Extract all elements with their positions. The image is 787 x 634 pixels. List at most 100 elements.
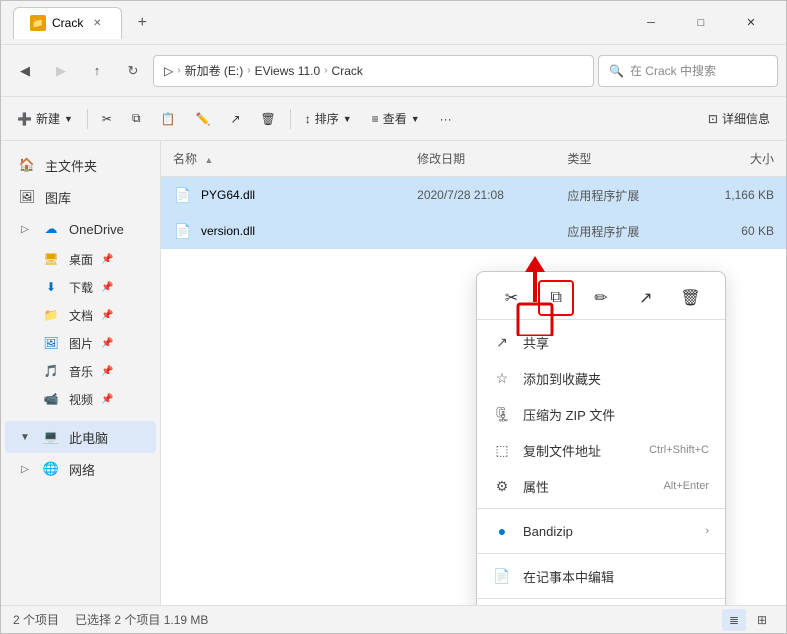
cut-icon: ✂ xyxy=(102,112,112,126)
forward-button[interactable]: ▶ xyxy=(45,55,77,87)
sidebar-videos-label: 视频 xyxy=(69,391,93,408)
maximize-button[interactable]: □ xyxy=(678,7,724,39)
ctx-share-label: 共享 xyxy=(523,333,709,352)
table-row[interactable]: 📄 PYG64.dll 2020/7/28 21:08 应用程序扩展 1,166… xyxy=(161,177,786,213)
sidebar-item-home[interactable]: 🏠 主文件夹 xyxy=(5,149,156,181)
tab-folder-icon: 📁 xyxy=(30,15,46,31)
breadcrumb-expand[interactable]: ▷ xyxy=(164,64,173,78)
window-controls: ─ □ ✕ xyxy=(628,7,774,39)
new-dropdown-icon: ▼ xyxy=(64,114,73,124)
column-header: 名称 ▲ 修改日期 类型 大小 xyxy=(161,141,786,177)
home-icon: 🏠 xyxy=(17,155,37,175)
sidebar-item-pictures[interactable]: 🖼 图片 📌 xyxy=(5,329,156,357)
sidebar-music-label: 音乐 xyxy=(69,363,93,380)
view-button[interactable]: ≡ 查看 ▼ xyxy=(364,103,428,135)
music-icon: 🎵 xyxy=(41,361,61,381)
view-icon: ≡ xyxy=(372,112,379,126)
ctx-properties-item[interactable]: ⚙ 属性 Alt+Enter xyxy=(477,468,725,504)
sidebar-item-videos[interactable]: 📹 视频 📌 xyxy=(5,385,156,413)
ctx-notepad-item[interactable]: 📄 在记事本中编辑 xyxy=(477,558,725,594)
breadcrumb[interactable]: ▷ › 新加卷 (E:) › EViews 11.0 › Crack xyxy=(153,55,594,87)
onedrive-expand[interactable]: ▷ xyxy=(17,221,33,237)
ctx-properties-shortcut: Alt+Enter xyxy=(663,480,709,492)
dll-file-icon: 📄 xyxy=(173,221,193,241)
sort-icon: ↕ xyxy=(305,112,311,126)
details-button[interactable]: ⊡ 详细信息 xyxy=(700,103,778,135)
breadcrumb-sep0: › xyxy=(177,65,180,76)
ctx-bandizip-icon: ● xyxy=(493,522,511,540)
sidebar-item-thispc[interactable]: ▼ 💻 此电脑 xyxy=(5,421,156,453)
ctx-notepad-icon: 📄 xyxy=(493,567,511,585)
col-header-date[interactable]: 修改日期 xyxy=(417,150,567,167)
search-box[interactable]: 🔍 在 Crack 中搜索 xyxy=(598,55,778,87)
close-button[interactable]: ✕ xyxy=(728,7,774,39)
copy-button[interactable]: ⧉ xyxy=(124,103,149,135)
ctx-copy-button[interactable]: ⧉ xyxy=(538,280,574,316)
ctx-favorites-item[interactable]: ☆ 添加到收藏夹 xyxy=(477,360,725,396)
ctx-share-item[interactable]: ↗ 共享 xyxy=(477,324,725,360)
ctx-cut-button[interactable]: ✂ xyxy=(493,280,529,316)
ctx-rename-button[interactable]: ✏ xyxy=(583,280,619,316)
rename-icon: ✏️ xyxy=(195,112,210,126)
new-button[interactable]: ➕ 新建 ▼ xyxy=(9,103,81,135)
delete-button[interactable]: 🗑 xyxy=(253,103,284,135)
col-header-type[interactable]: 类型 xyxy=(567,150,680,167)
ctx-compress-item[interactable]: 🗜 压缩为 ZIP 文件 xyxy=(477,396,725,432)
selected-info: 已选择 2 个项目 1.19 MB xyxy=(75,611,208,628)
title-bar: 📁 Crack ✕ + ─ □ ✕ xyxy=(1,1,786,45)
details-icon: ⊡ xyxy=(708,112,718,126)
videos-pin-icon: 📌 xyxy=(101,394,113,405)
ctx-properties-label: 属性 xyxy=(523,477,651,496)
share-button[interactable]: ↗ xyxy=(222,103,248,135)
table-row[interactable]: 📄 version.dll 应用程序扩展 60 KB xyxy=(161,213,786,249)
cut-button[interactable]: ✂ xyxy=(94,103,120,135)
new-tab-button[interactable]: + xyxy=(126,7,158,39)
more-button[interactable]: ··· xyxy=(432,103,460,135)
sort-indicator: ▲ xyxy=(204,155,213,165)
up-button[interactable]: ↑ xyxy=(81,55,113,87)
minimize-button[interactable]: ─ xyxy=(628,7,674,39)
refresh-button[interactable]: ↻ xyxy=(117,55,149,87)
breadcrumb-drive[interactable]: 新加卷 (E:) xyxy=(185,62,244,79)
separator-2 xyxy=(290,109,291,129)
network-expand[interactable]: ▷ xyxy=(17,461,33,477)
back-button[interactable]: ◀ xyxy=(9,55,41,87)
sidebar-item-gallery[interactable]: 🖼 图库 xyxy=(5,181,156,213)
new-icon: ➕ xyxy=(17,112,32,126)
breadcrumb-folder[interactable]: EViews 11.0 xyxy=(255,64,321,78)
breadcrumb-sep1: › xyxy=(247,65,250,76)
sidebar: 🏠 主文件夹 🖼 图库 ▷ ☁ OneDrive 🖥 桌面 📌 ⬇ 下载 📌 xyxy=(1,141,161,605)
window: 📁 Crack ✕ + ─ □ ✕ ◀ ▶ ↑ ↻ ▷ › 新加卷 (E:) ›… xyxy=(0,0,787,634)
col-header-name[interactable]: 名称 ▲ xyxy=(173,150,417,167)
context-toolbar: ✂ ⧉ ✏ ↗ 🗑 xyxy=(477,276,725,320)
ctx-copypath-item[interactable]: ⬚ 复制文件地址 Ctrl+Shift+C xyxy=(477,432,725,468)
ctx-bandizip-item[interactable]: ● Bandizip › xyxy=(477,513,725,549)
sidebar-documents-label: 文档 xyxy=(69,307,93,324)
sidebar-item-network[interactable]: ▷ 🌐 网络 xyxy=(5,453,156,485)
downloads-icon: ⬇ xyxy=(41,277,61,297)
sidebar-item-music[interactable]: 🎵 音乐 📌 xyxy=(5,357,156,385)
ctx-share-button[interactable]: ↗ xyxy=(628,280,664,316)
sidebar-item-downloads[interactable]: ⬇ 下载 📌 xyxy=(5,273,156,301)
sidebar-item-onedrive[interactable]: ▷ ☁ OneDrive xyxy=(5,213,156,245)
ctx-delete-button[interactable]: 🗑 xyxy=(673,280,709,316)
view-label: 查看 xyxy=(383,110,407,127)
breadcrumb-current[interactable]: Crack xyxy=(332,64,363,78)
ctx-favorites-label: 添加到收藏夹 xyxy=(523,369,709,388)
desktop-icon: 🖥 xyxy=(41,249,61,269)
ctx-sep-1 xyxy=(477,508,725,509)
active-tab[interactable]: 📁 Crack ✕ xyxy=(13,7,122,39)
rename-button[interactable]: ✏️ xyxy=(187,103,218,135)
col-header-size[interactable]: 大小 xyxy=(680,150,774,167)
sort-button[interactable]: ↕ 排序 ▼ xyxy=(297,103,360,135)
tab-close-button[interactable]: ✕ xyxy=(89,15,105,31)
paste-button[interactable]: 📋 xyxy=(153,103,184,135)
sidebar-item-documents[interactable]: 📁 文档 📌 xyxy=(5,301,156,329)
sidebar-item-desktop[interactable]: 🖥 桌面 📌 xyxy=(5,245,156,273)
grid-view-toggle[interactable]: ⊞ xyxy=(750,609,774,631)
ctx-more-item[interactable]: ⊞ 显示更多选项 xyxy=(477,603,725,605)
list-view-toggle[interactable]: ≣ xyxy=(722,609,746,631)
search-placeholder: 在 Crack 中搜索 xyxy=(630,62,716,79)
sidebar-network-label: 网络 xyxy=(69,460,95,479)
thispc-expand[interactable]: ▼ xyxy=(17,429,33,445)
